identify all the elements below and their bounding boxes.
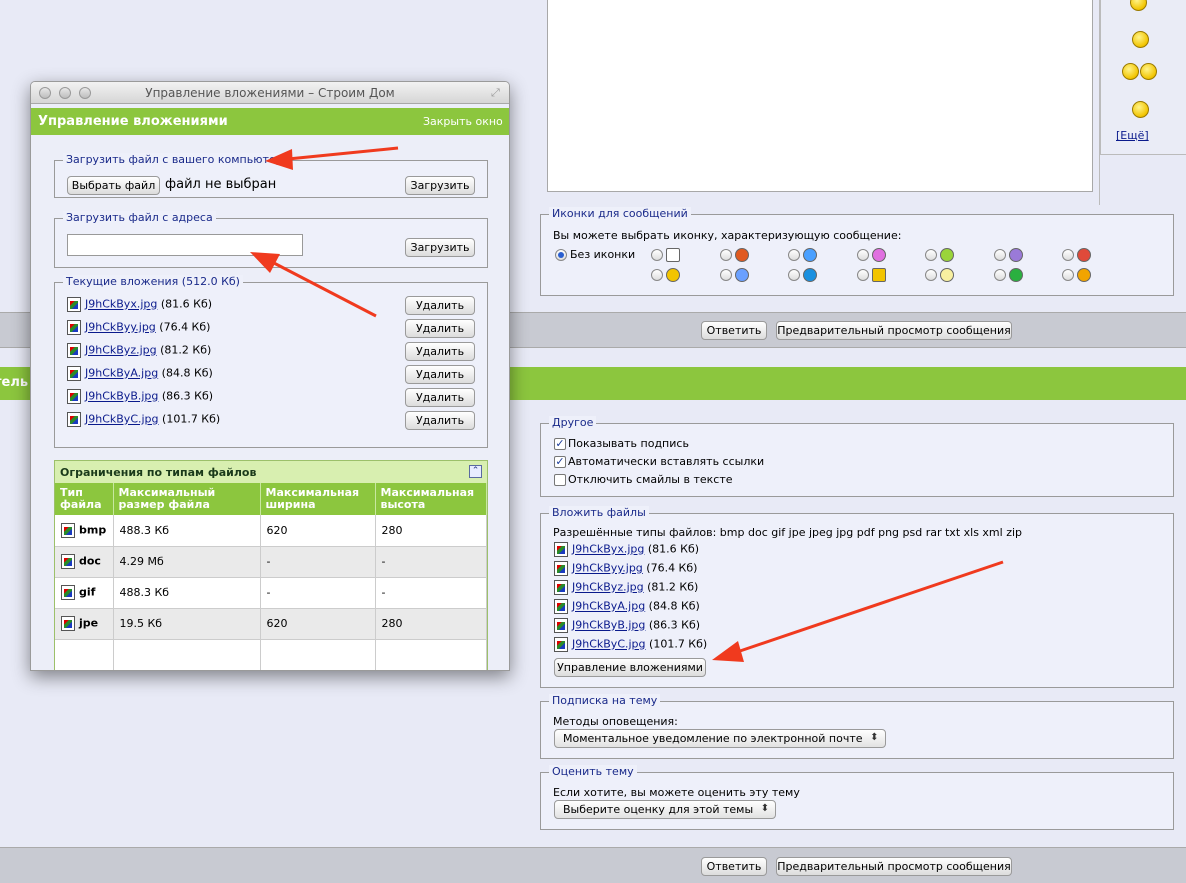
- arrow-head: [250, 252, 280, 273]
- arrow-head: [265, 149, 293, 170]
- arrow-to-url-input: [271, 260, 377, 318]
- arrow-to-manage-button: [736, 560, 1004, 654]
- arrow-head: [712, 641, 744, 662]
- annotation-arrows: [250, 146, 1004, 662]
- arrow-to-upload-local: [287, 146, 399, 161]
